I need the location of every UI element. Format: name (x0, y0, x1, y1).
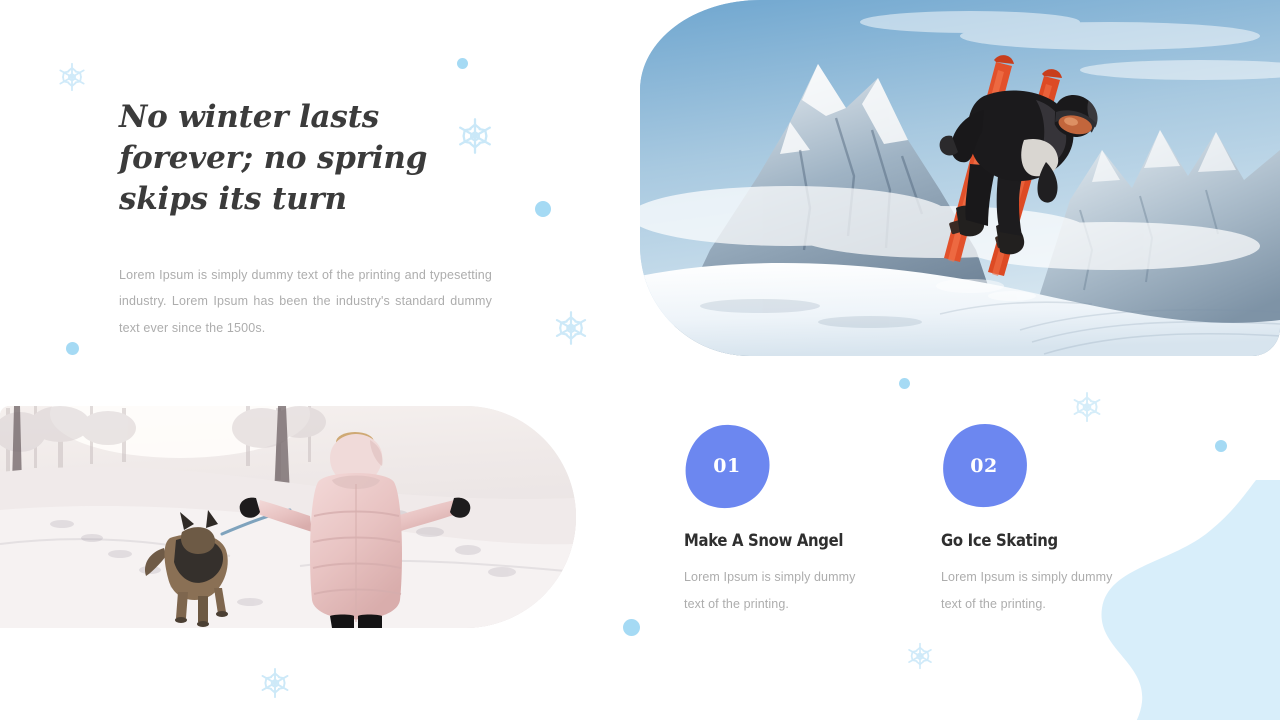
woman-walking-dog-photo (0, 406, 576, 628)
headline-line-2: forever; no spring (119, 140, 428, 176)
dot-top-mid (457, 58, 468, 69)
feature-title-02: Go Ice Skating (941, 531, 1058, 550)
feature-item-02[interactable]: 02 Go Ice Skating Lorem Ipsum is simply … (941, 424, 1166, 618)
feature-desc-lastline-02: text of the printing. (941, 597, 1046, 611)
snowflake-top-left-icon (57, 62, 87, 92)
feature-description-02: Lorem Ipsum is simply dummy text of the … (941, 564, 1157, 618)
lead-paragraph: Lorem Ipsum is simply dummy text of the … (119, 267, 492, 335)
headline-line-1: No winter lasts (119, 99, 380, 135)
snowflake-bottom-left-icon (259, 667, 291, 699)
snowflake-right-mid-icon (1071, 391, 1103, 423)
snowflake-bottom-right-icon (906, 642, 934, 670)
skier-jumping-photo (640, 0, 1280, 356)
feature-number-01: 01 (713, 454, 741, 477)
presentation-slide: No winter lasts forever; no spring skips… (0, 0, 1280, 720)
feature-item-01[interactable]: 01 Make A Snow Angel Lorem Ipsum is simp… (684, 424, 909, 618)
feature-desc-line-02: Lorem Ipsum is simply dummy (941, 570, 1113, 584)
dot-right (1215, 440, 1227, 452)
feature-number-02: 02 (970, 454, 998, 477)
dot-upper-left (535, 201, 551, 217)
dot-center (899, 378, 910, 389)
headline-line-3: skips its turn (119, 181, 347, 217)
feature-number-badge-01: 01 (684, 424, 770, 509)
snowflake-upper-mid-icon (456, 117, 494, 155)
feature-desc-lastline-01: text of the printing. (684, 597, 789, 611)
dot-bottom-mid (623, 619, 640, 636)
snowflake-mid-left-icon (553, 310, 589, 346)
feature-title-01: Make A Snow Angel (684, 531, 844, 550)
feature-number-badge-02: 02 (941, 424, 1027, 509)
feature-description-01: Lorem Ipsum is simply dummy text of the … (684, 564, 900, 618)
dot-left-low (66, 342, 79, 355)
feature-desc-line-01: Lorem Ipsum is simply dummy (684, 570, 856, 584)
page-title: No winter lasts forever; no spring skips… (119, 97, 449, 220)
